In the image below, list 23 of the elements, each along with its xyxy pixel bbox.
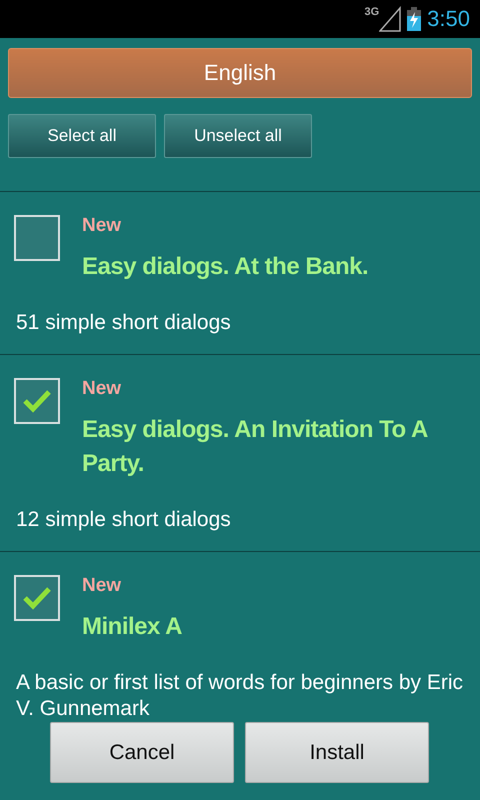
language-header[interactable]: English xyxy=(8,48,472,98)
signal-icon xyxy=(379,6,402,32)
checkbox[interactable] xyxy=(14,215,60,261)
select-button[interactable]: Select all xyxy=(8,114,156,158)
new-label: New xyxy=(82,574,122,598)
checkbox[interactable] xyxy=(14,575,60,621)
item-description: 12 simple short dialogs xyxy=(16,507,232,533)
checkmark-icon xyxy=(22,585,52,611)
item-description: A basic or first list of words for beginners by Eric V. Gunnemark xyxy=(16,670,464,722)
checkmark-icon xyxy=(22,388,52,414)
checkbox[interactable] xyxy=(14,378,60,424)
item-title: Minilex A xyxy=(82,612,183,642)
dialog-button[interactable]: Cancel xyxy=(50,722,234,783)
item-description: 51 simple short dialogs xyxy=(16,310,232,336)
dialog-button[interactable]: Install xyxy=(245,722,429,783)
network-type: 3G xyxy=(364,6,380,18)
item-title: Easy dialogs. An Invitation To A Party. xyxy=(82,415,428,479)
clock: 3:50 xyxy=(427,6,470,32)
item-title: Easy dialogs. At the Bank. xyxy=(82,252,370,282)
new-label: New xyxy=(82,377,122,401)
select-button[interactable]: Unselect all xyxy=(164,114,312,158)
new-label: New xyxy=(82,214,122,238)
battery-charging-icon xyxy=(407,7,422,31)
